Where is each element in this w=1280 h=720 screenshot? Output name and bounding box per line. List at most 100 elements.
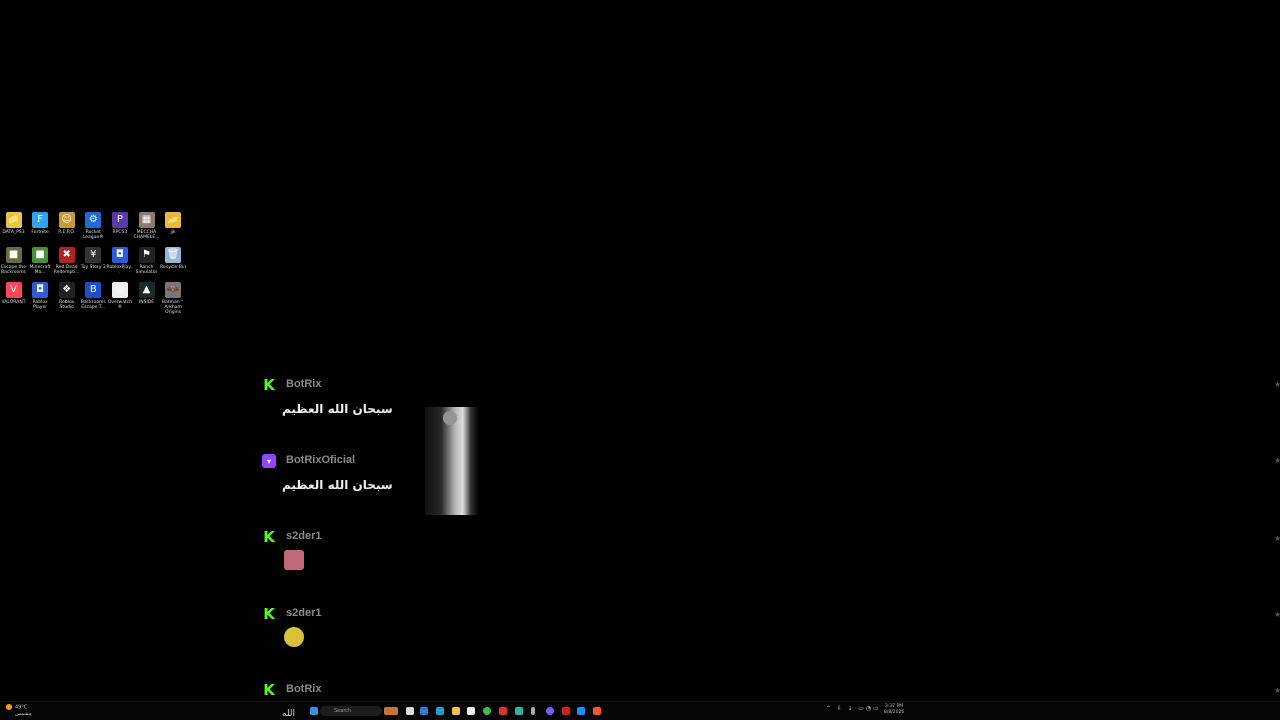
desktop-icon[interactable]: ¥ Toy Story 3 xyxy=(80,243,107,270)
desktop-icon-label: Fortnite xyxy=(31,230,49,235)
desktop-icon-label: R.E.P.O. xyxy=(58,230,76,235)
edge-icon[interactable] xyxy=(436,707,444,715)
desktop-icon[interactable]: 📁 DATA_PS3 xyxy=(0,208,27,235)
app-icon[interactable] xyxy=(515,707,523,715)
chat-message: K s2der1 xyxy=(262,528,622,605)
desktop-icon[interactable]: ▦ MECCHA CHAMELE... xyxy=(133,208,160,240)
desktop-icon[interactable]: ■ Minecraft Ma... xyxy=(27,243,54,275)
desktop-icon-label: Batman™ Arkham Origins xyxy=(162,300,185,315)
app-icon: ▲ xyxy=(138,282,155,298)
app-icon[interactable] xyxy=(546,707,554,715)
app-icon: ❖ xyxy=(58,282,75,298)
desktop-icon-label: Recycle Bin xyxy=(160,265,187,270)
sun-icon xyxy=(6,704,12,710)
time-text: 3:37 PM xyxy=(885,704,904,709)
chat-username: s2der1 xyxy=(286,607,322,619)
desktop-icon-label: INSIDE xyxy=(138,300,155,305)
weather-temp: 49°C xyxy=(15,704,28,711)
desktop-icon[interactable]: ◘ Roblox Player xyxy=(27,278,54,310)
search-placeholder: Search xyxy=(334,708,352,714)
desktop-icon[interactable]: 📂 jjk xyxy=(160,208,187,235)
desktop-icon[interactable]: ■ Escape the Backrooms xyxy=(0,243,27,275)
kick-icon: K xyxy=(263,528,275,546)
desktop-icon[interactable]: ✖ Red Dead Redempti... xyxy=(53,243,80,275)
chat-username: BotRixOficial xyxy=(286,454,356,466)
desktop-icon-label: Roblox Player xyxy=(32,300,48,310)
app-icon: P xyxy=(111,212,128,228)
desktop-icon-label: Minecraft Ma... xyxy=(29,265,51,275)
app-icon[interactable] xyxy=(420,707,428,715)
desktop-icon[interactable]: ▲ INSIDE xyxy=(133,278,160,305)
app-icon: 📂 xyxy=(165,212,182,228)
desktop-icon-label: Toy Story 3 xyxy=(80,265,106,270)
app-icon[interactable] xyxy=(562,707,570,715)
chat-emote xyxy=(284,550,304,570)
star-icon: ★ xyxy=(1274,686,1280,695)
chrome-icon[interactable] xyxy=(483,707,491,715)
app-icon: ⚑ xyxy=(138,247,155,263)
kick-icon: K xyxy=(263,681,275,699)
star-icon: ★ xyxy=(1274,534,1280,543)
folder-icon[interactable] xyxy=(452,707,460,715)
chat-username: BotRix xyxy=(286,378,322,390)
chat-text: سبحان الله العظيم xyxy=(282,402,393,416)
weather-widget[interactable]: 49°C مشمس xyxy=(6,704,31,717)
desktop-icon[interactable]: 🗑 Recycle Bin xyxy=(160,243,187,270)
app-icon: ◘ xyxy=(111,247,128,263)
app-icon: ✖ xyxy=(58,247,75,263)
desktop-icon-label: Overwatch® xyxy=(107,300,133,310)
desktop-icon[interactable]: ◎ Overwatch® xyxy=(106,278,133,310)
app-icon: ◘ xyxy=(32,282,49,298)
desktop-icon[interactable]: P RPCS3 xyxy=(106,208,133,235)
date-text: 8/8/2026 xyxy=(884,710,905,715)
weather-desc: مشمس xyxy=(15,710,32,717)
desktop-icon[interactable]: ❖ Roblox Studio xyxy=(53,278,80,310)
desktop-icon-label: RPCS3 xyxy=(112,230,128,235)
chat-username: s2der1 xyxy=(286,530,322,542)
app-icon: ▦ xyxy=(138,212,155,228)
desktop-icon[interactable]: ◘ RobloxPlay... xyxy=(106,243,133,275)
desktop-icon-label: DATA_PS3 xyxy=(2,230,25,235)
clock[interactable]: 3:37 PM 8/8/2026 xyxy=(884,704,904,716)
twitch-icon: ▾ xyxy=(262,454,276,468)
desktop-icon[interactable]: ☺ R.E.P.O. xyxy=(53,208,80,235)
system-tray[interactable]: ⌃ ⇩ ↓ ▭ ◔ ▭ xyxy=(826,705,879,712)
app-icon: ☺ xyxy=(58,212,75,228)
widget-icon[interactable] xyxy=(384,707,398,715)
app-icon[interactable] xyxy=(577,707,585,715)
task-view-icon[interactable] xyxy=(406,707,414,715)
app-icon: ⚙ xyxy=(85,212,102,228)
star-icon: ★ xyxy=(1274,610,1280,619)
desktop-icon-label: Red Dead Redempti... xyxy=(53,265,80,275)
app-icon[interactable] xyxy=(531,707,535,715)
search-input[interactable]: Search xyxy=(320,706,382,716)
desktop-icon[interactable]: V VALORANT xyxy=(0,278,27,305)
chat-emote xyxy=(284,627,304,647)
taskbar: 49°C مشمس Search ⌃ ⇩ ↓ ▭ ◔ ▭ 3:37 PM 8/8… xyxy=(0,701,1280,720)
desktop-icon-label: Ranch Simulator xyxy=(135,265,158,275)
chat-message: K s2der1 xyxy=(262,605,622,681)
app-icon: 📁 xyxy=(5,212,22,228)
brave-icon[interactable] xyxy=(593,707,601,715)
chat-message: ▾ BotRixOficial سبحان الله العظيم xyxy=(262,452,622,528)
app-icon: 🗑 xyxy=(165,247,182,263)
app-icon: ¥ xyxy=(85,247,102,263)
app-icon: 🦇 xyxy=(165,282,182,298)
kick-icon: K xyxy=(263,605,275,623)
desktop-icon-label: MECCHA CHAMELE... xyxy=(133,230,160,240)
chat-overlay: K BotRix سبحان الله العظيم ▾ BotRixOfici… xyxy=(262,376,622,701)
desktop-icon[interactable]: ⚑ Ranch Simulator xyxy=(133,243,160,275)
desktop-icon[interactable]: F Fortnite xyxy=(27,208,54,235)
windows-start-icon[interactable] xyxy=(310,707,318,715)
desktop-icon-label: Backrooms Escape T... xyxy=(80,300,106,310)
desktop-icon-label: Escape the Backrooms xyxy=(1,265,26,275)
desktop-icon-label: VALORANT xyxy=(1,300,26,305)
app-icon[interactable] xyxy=(499,707,507,715)
desktop-icon-label: Roblox Studio xyxy=(59,300,75,310)
star-icon: ★ xyxy=(1274,456,1280,465)
desktop-icon[interactable]: ⚙ Rocket League® xyxy=(80,208,107,240)
desktop-icon[interactable]: B Backrooms Escape T... xyxy=(80,278,107,310)
store-icon[interactable] xyxy=(467,707,475,715)
kick-icon: K xyxy=(263,376,275,394)
desktop-icon[interactable]: 🦇 Batman™ Arkham Origins xyxy=(160,278,187,315)
